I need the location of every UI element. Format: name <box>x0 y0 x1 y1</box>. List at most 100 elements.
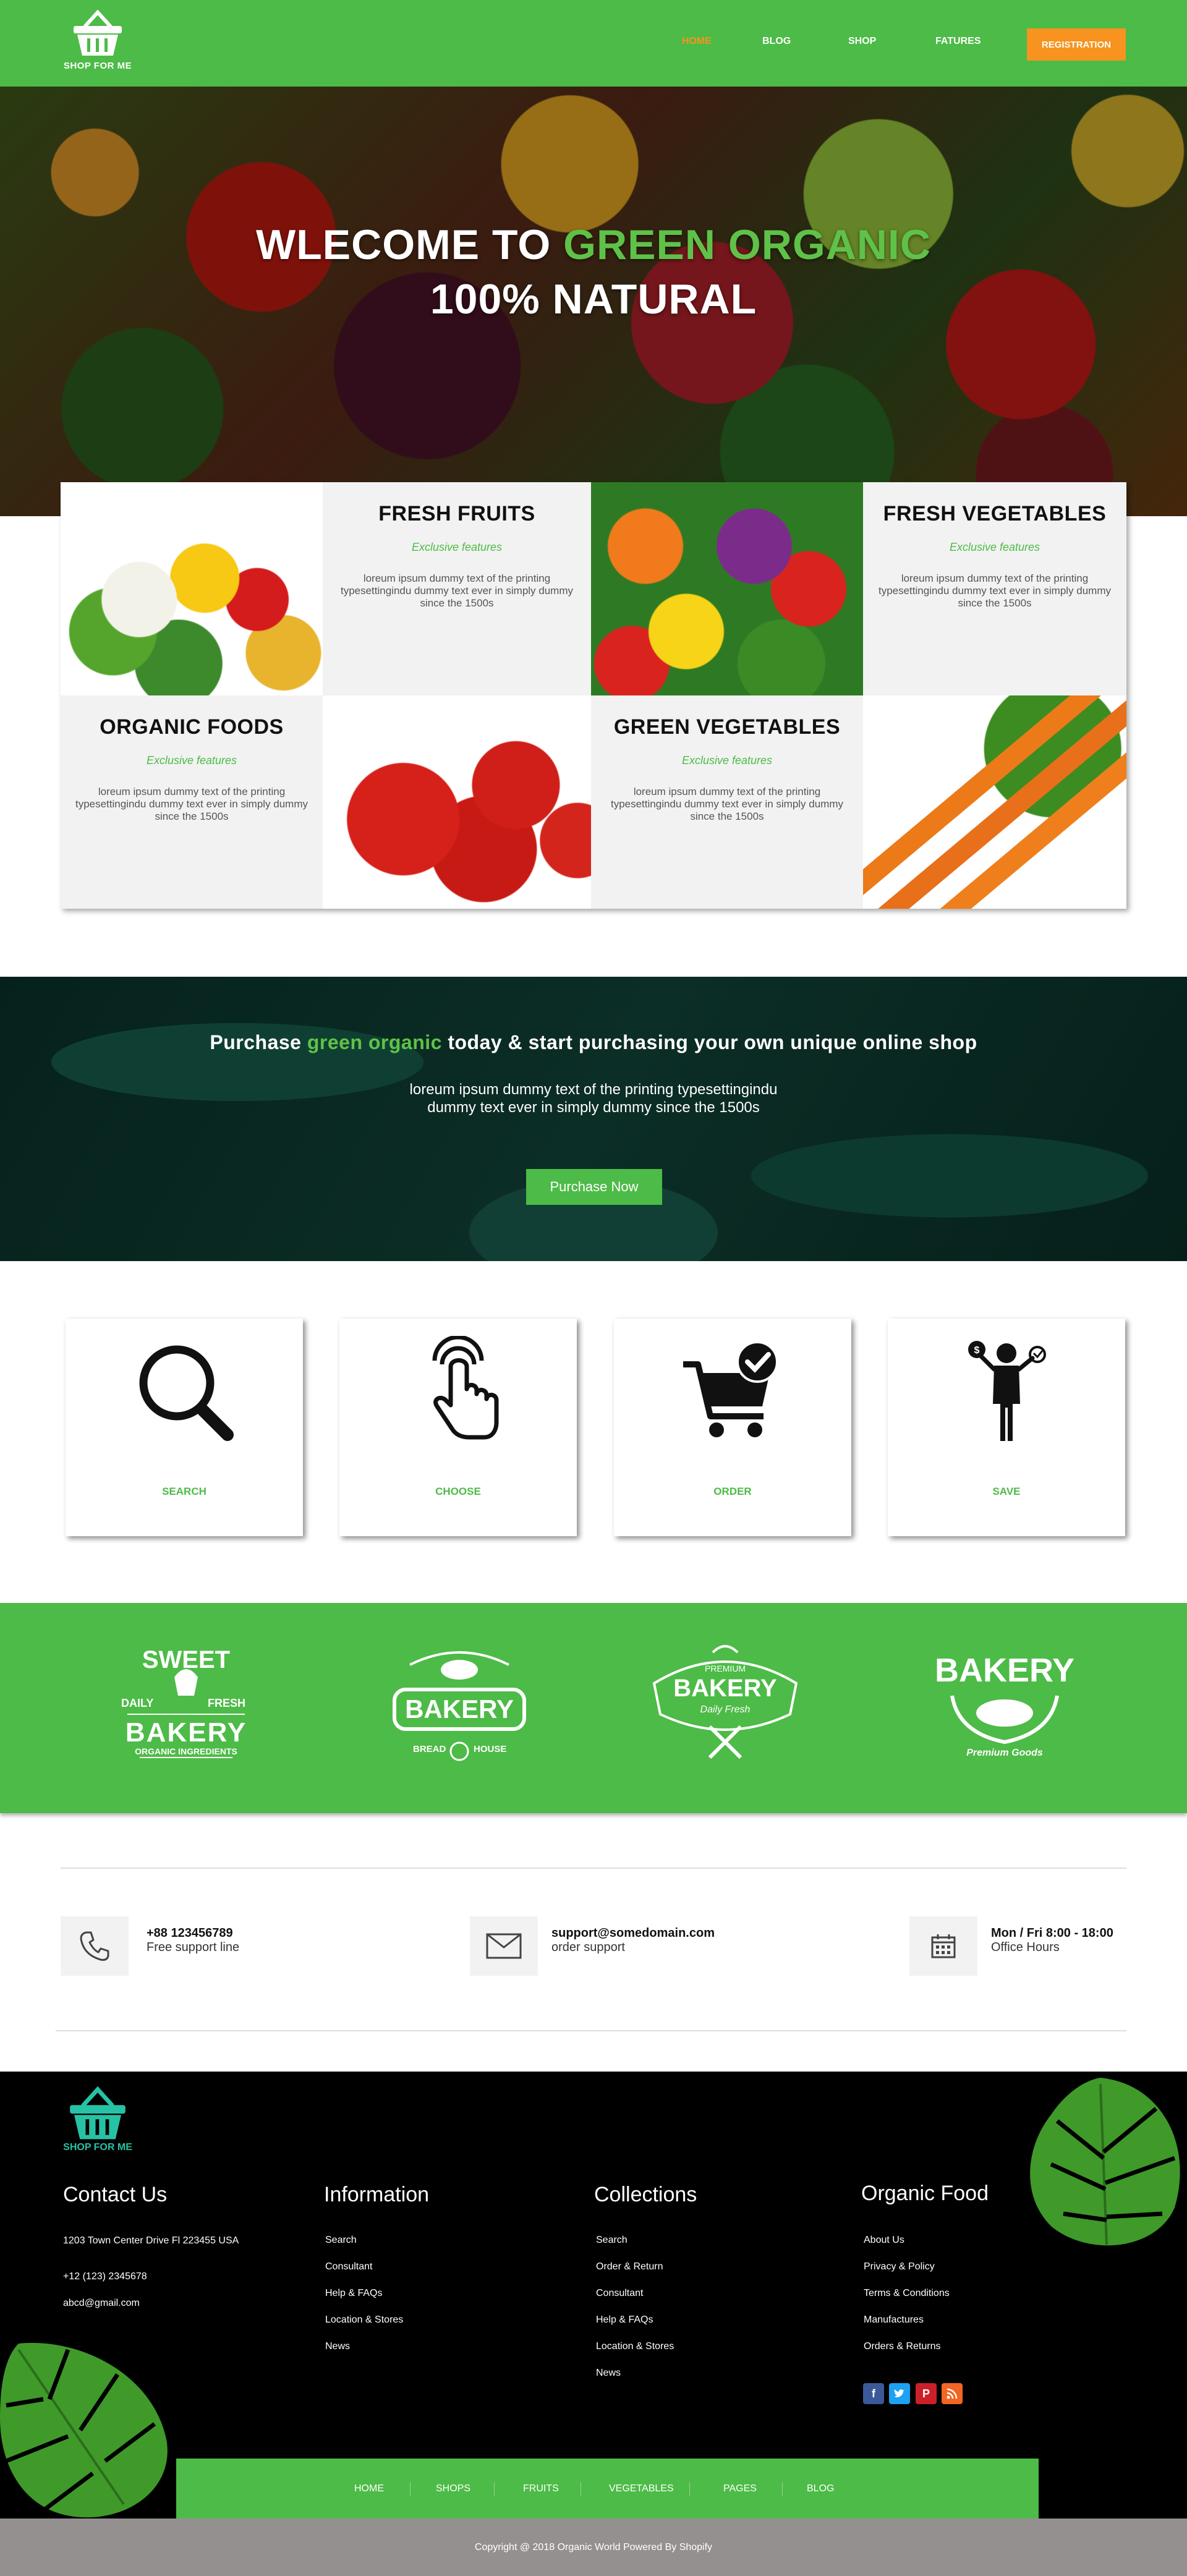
footer-link[interactable]: Order & Return <box>596 2261 674 2288</box>
footer-email[interactable]: abcd@gmail.com <box>63 2297 249 2324</box>
footer-collections-heading: Collections <box>594 2183 697 2206</box>
feature-fresh-vegetables: FRESH VEGETABLES Exclusive features lore… <box>863 482 1126 695</box>
cart-check-icon <box>683 1341 778 1437</box>
bakery-right: FRESH <box>208 1697 246 1709</box>
nav-features[interactable]: FATURES <box>935 36 981 47</box>
businessman-money-icon: $ <box>968 1341 1046 1441</box>
footer-link[interactable]: About Us <box>864 2235 950 2261</box>
footer-link[interactable]: News <box>596 2368 674 2394</box>
bakery-right: HOUSE <box>474 1744 507 1754</box>
feature-text: loreum ipsum dummy text of the printing … <box>878 572 1112 609</box>
footer-link[interactable]: Location & Stores <box>596 2341 674 2368</box>
footer-organic-list: About Us Privacy & Policy Terms & Condit… <box>864 2235 950 2368</box>
footer-link[interactable]: Consultant <box>596 2288 674 2315</box>
contact-email-address[interactable]: support@somedomain.com <box>551 1926 715 1941</box>
footer-link[interactable]: News <box>325 2341 403 2368</box>
footer-link[interactable]: Search <box>596 2235 674 2261</box>
bakery-main: BAKERY <box>405 1694 514 1724</box>
bakery-left: DAILY <box>121 1697 154 1709</box>
footer-nav-fruits[interactable]: FRUITS <box>523 2483 559 2494</box>
promo-text: loreum ipsum dummy text of the printing … <box>409 1081 778 1116</box>
step-label: CHOOSE <box>435 1486 481 1497</box>
footer-nav-pages[interactable]: PAGES <box>723 2483 757 2494</box>
footer-link[interactable]: Terms & Conditions <box>864 2288 950 2315</box>
contact-hours: Mon / Fri 8:00 - 18:00 Office Hours <box>991 1926 1113 1955</box>
footer-logo[interactable]: SHOP FOR ME <box>61 2085 135 2153</box>
twitter-icon[interactable] <box>889 2383 910 2404</box>
divider <box>56 2030 1126 2031</box>
feature-fresh-fruits: FRESH FRUITS Exclusive features loreum i… <box>323 482 591 695</box>
hand-pointer-icon <box>432 1336 499 1440</box>
feature-title: FRESH VEGETABLES <box>883 502 1107 525</box>
rss-icon[interactable] <box>942 2383 963 2404</box>
footer-nav-vegetables[interactable]: VEGETABLES <box>609 2483 674 2494</box>
feature-organic-foods: ORGANIC FOODS Exclusive features loreum … <box>61 695 323 909</box>
bakery-main: BAKERY <box>673 1675 777 1702</box>
copyright: Copyright @ 2018 Organic World Powered B… <box>0 2519 1187 2576</box>
nav-shop[interactable]: SHOP <box>848 36 876 47</box>
contact-phone-number[interactable]: +88 123456789 <box>147 1926 239 1941</box>
registration-button[interactable]: REGISTRATION <box>1027 28 1126 61</box>
bakery-bottom: Daily Fresh <box>700 1704 751 1715</box>
step-label: SEARCH <box>162 1486 206 1497</box>
footer-link[interactable]: Manufactures <box>864 2315 950 2341</box>
footer-nav-separator <box>689 2482 690 2496</box>
promo-title: Purchase green organic today & start pur… <box>0 1031 1187 1054</box>
step-search[interactable]: SEARCH <box>66 1319 303 1536</box>
bakery-logo-premium-goods: BAKERY Premium Goods <box>927 1640 1082 1770</box>
feature-subtitle: Exclusive features <box>949 541 1040 553</box>
bakery-logo-premium: PREMIUM BAKERY Daily Fresh <box>648 1640 802 1770</box>
purchase-now-button[interactable]: Purchase Now <box>526 1169 662 1205</box>
step-order[interactable]: ORDER <box>614 1319 851 1536</box>
bakery-top: SWEET <box>142 1646 231 1673</box>
site-logo[interactable]: SHOP FOR ME <box>61 9 135 77</box>
contact-email-sub: order support <box>551 1941 625 1954</box>
logo-text: SHOP FOR ME <box>63 61 132 71</box>
pinterest-icon[interactable]: P <box>916 2383 937 2404</box>
vegetables-image <box>61 482 323 695</box>
footer-nav-separator <box>782 2482 783 2496</box>
hero-title-green: GREEN ORGANIC <box>563 221 931 268</box>
feature-subtitle: Exclusive features <box>411 541 503 553</box>
contact-hours-time: Mon / Fri 8:00 - 18:00 <box>991 1926 1113 1940</box>
tomatoes-image <box>323 695 591 909</box>
footer-link[interactable]: Orders & Returns <box>864 2341 950 2368</box>
hero-title: WLECOME TO GREEN ORGANIC 100% NATURAL <box>0 218 1187 326</box>
footer-nav-home[interactable]: HOME <box>354 2483 384 2494</box>
step-save[interactable]: $ SAVE <box>888 1319 1125 1536</box>
footer-link[interactable]: Location & Stores <box>325 2315 403 2341</box>
footer-link[interactable]: Search <box>325 2235 403 2261</box>
footer-link[interactable]: Privacy & Policy <box>864 2261 950 2288</box>
phone-icon <box>80 1931 109 1961</box>
nav-home[interactable]: HOME <box>682 36 712 47</box>
bakery-logo-bread-house: BAKERY BREAD HOUSE <box>382 1640 537 1770</box>
step-label: SAVE <box>992 1486 1021 1497</box>
promo-title-after: today & start purchasing your own unique… <box>441 1031 977 1053</box>
footer-nav-blog[interactable]: BLOG <box>807 2483 834 2494</box>
footer-link[interactable]: Help & FAQs <box>596 2315 674 2341</box>
footer-link[interactable]: Help & FAQs <box>325 2288 403 2315</box>
footer-phone[interactable]: +12 (123) 2345678 <box>63 2271 249 2297</box>
hero-subtitle: 100% NATURAL <box>430 276 757 323</box>
magnifier-icon <box>139 1345 234 1441</box>
contact-email: support@somedomain.com order support <box>551 1926 715 1955</box>
divider <box>61 1868 1126 1869</box>
monstera-leaf-left <box>0 2342 168 2518</box>
facebook-icon[interactable]: f <box>863 2383 884 2404</box>
bakery-logo-sweet: SWEET DAILY FRESH BAKERY ORGANIC INGREDI… <box>109 1640 263 1770</box>
contact-email-box <box>470 1916 538 1976</box>
step-choose[interactable]: CHOOSE <box>339 1319 577 1536</box>
envelope-icon <box>486 1933 522 1959</box>
footer-nav-shops[interactable]: SHOPS <box>436 2483 470 2494</box>
nav-blog[interactable]: BLOG <box>762 36 791 47</box>
footer-contact-list: 1203 Town Center Drive Fl 223455 USA +12… <box>63 2235 249 2324</box>
feature-text: loreum ipsum dummy text of the printing … <box>610 786 844 822</box>
mixed-vegetables-image <box>591 482 863 695</box>
basket-icon <box>70 2086 126 2140</box>
footer-link[interactable]: Consultant <box>325 2261 403 2288</box>
contact-hours-box <box>909 1916 977 1976</box>
footer-logo-text: SHOP FOR ME <box>63 2142 132 2153</box>
bakery-bottom: Premium Goods <box>966 1748 1043 1758</box>
carrots-image <box>863 695 1126 909</box>
feature-text: loreum ipsum dummy text of the printing … <box>75 786 308 822</box>
